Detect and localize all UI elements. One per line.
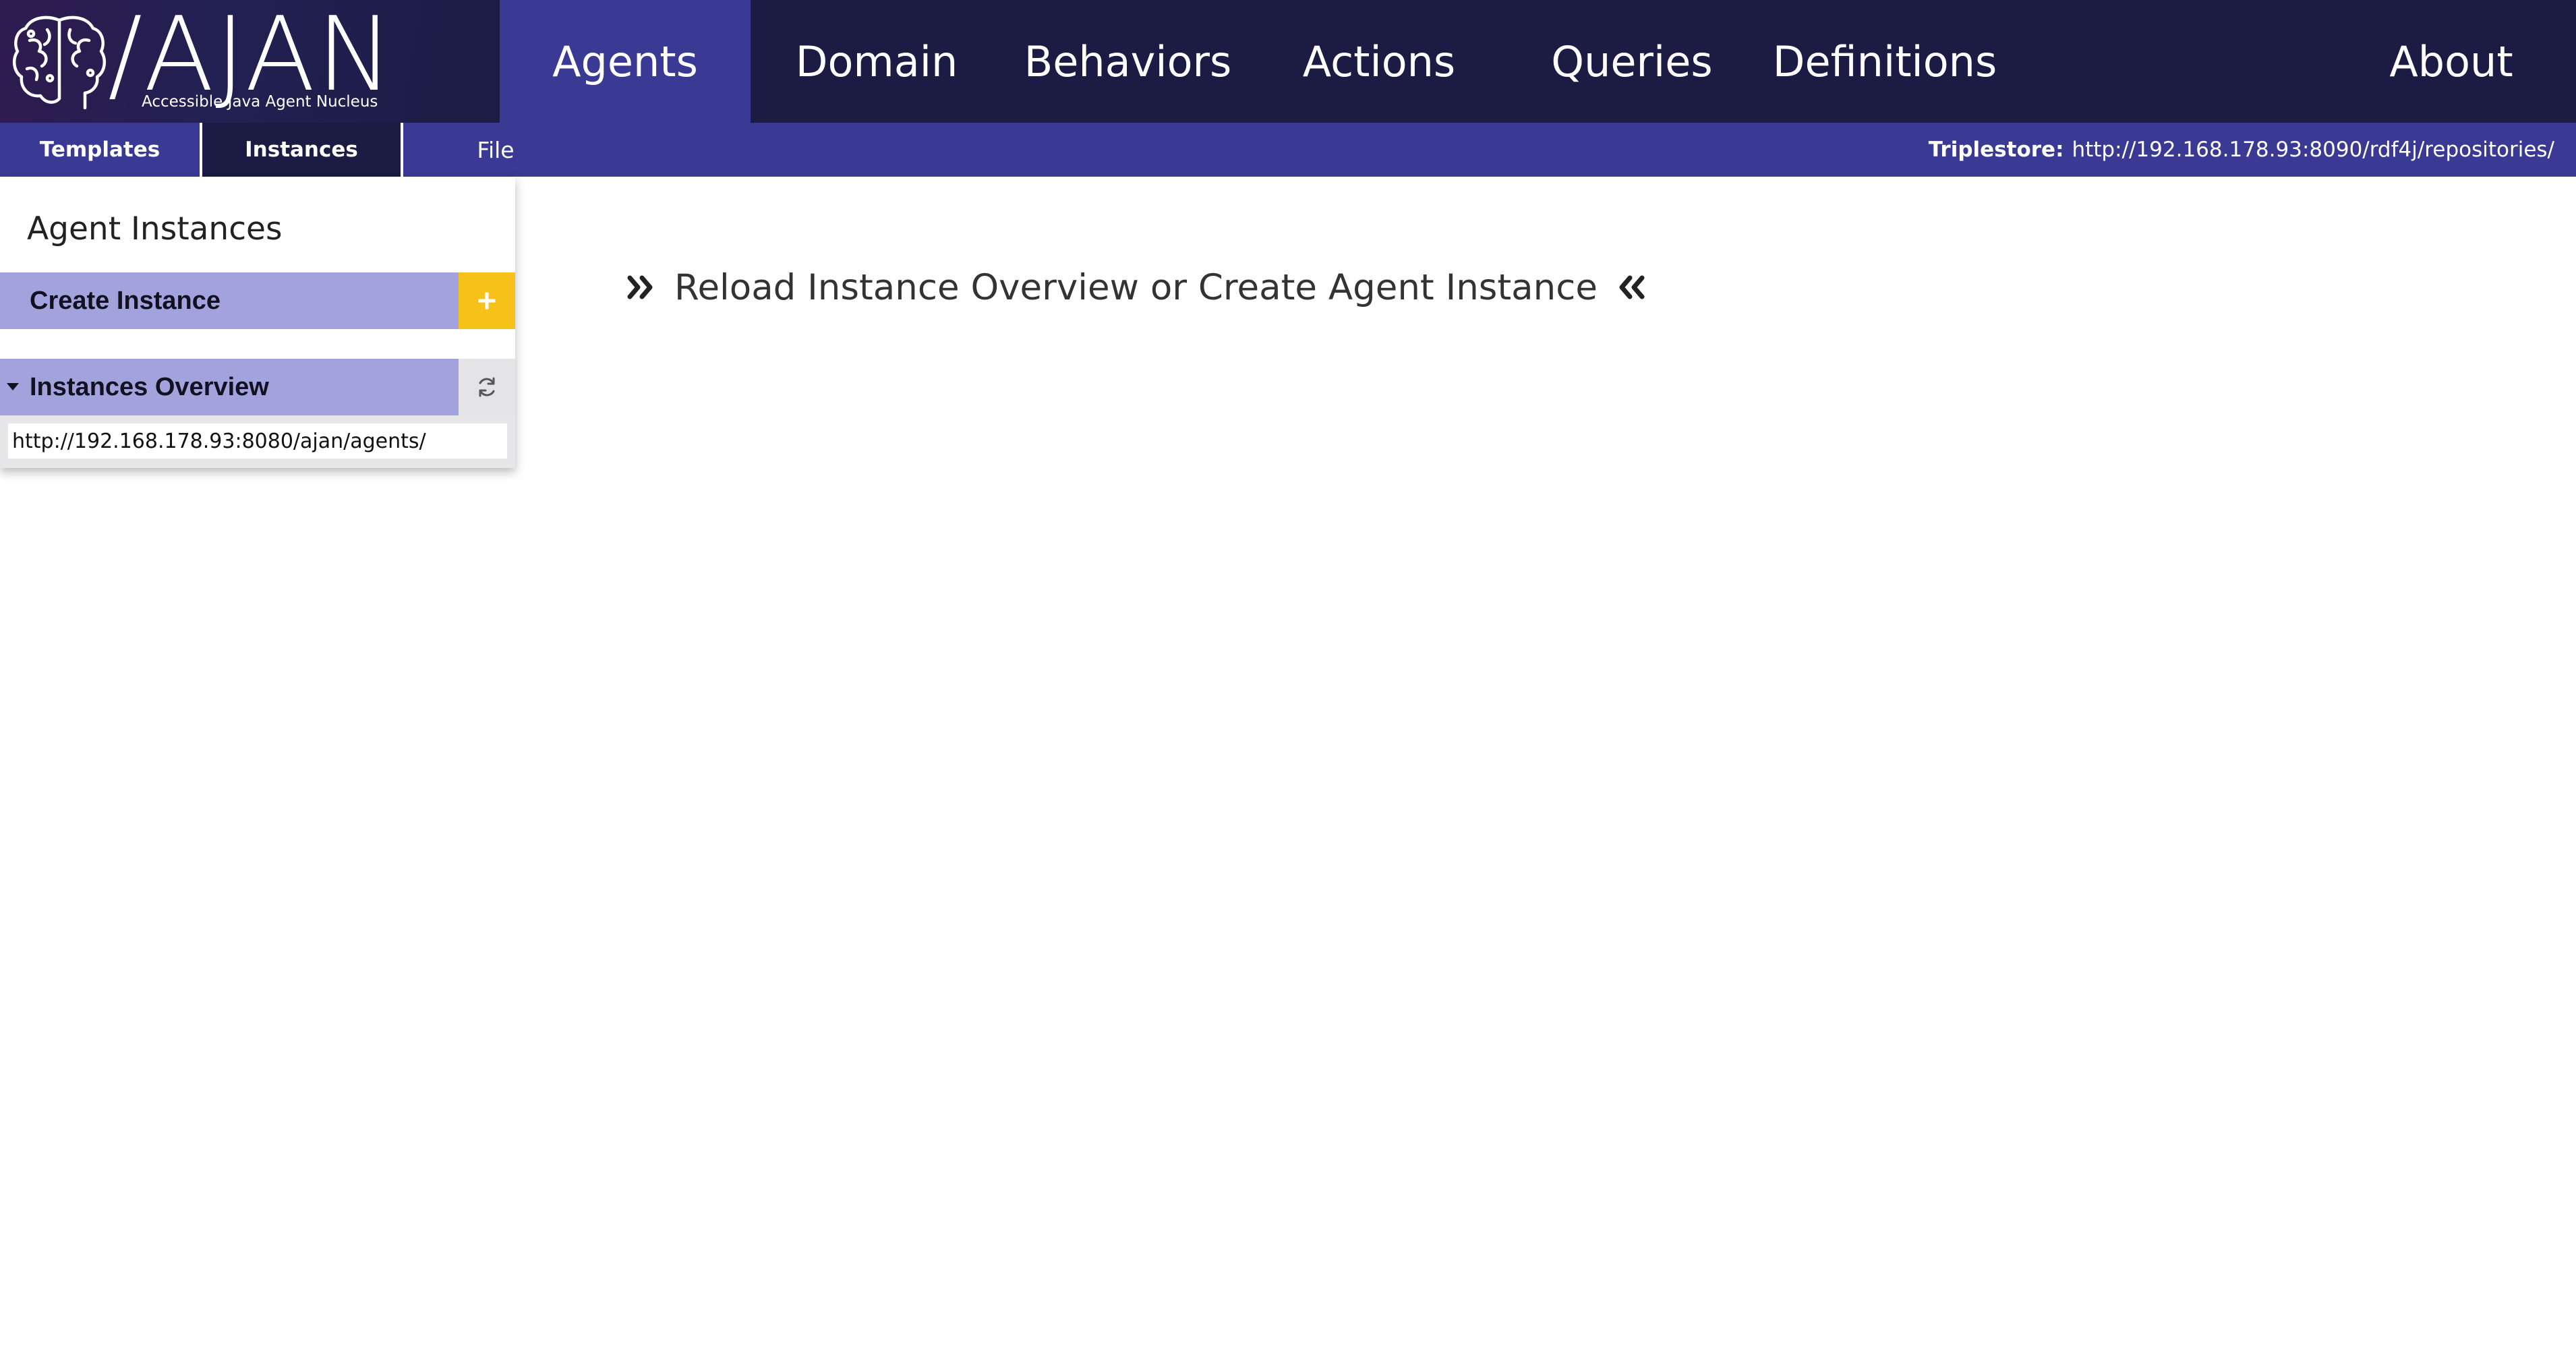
- instances-overview-row[interactable]: Instances Overview: [0, 359, 515, 415]
- nav-item-actions[interactable]: Actions: [1261, 0, 1497, 123]
- app-logo[interactable]: /AJAN Accessible Java Agent Nucleus: [0, 0, 500, 123]
- nav-item-about[interactable]: About: [2326, 0, 2576, 123]
- agents-url-input[interactable]: [8, 424, 507, 459]
- tab-templates[interactable]: Templates: [0, 123, 200, 177]
- create-instance-label: Create Instance: [30, 286, 221, 315]
- double-chevron-left-icon: [1619, 275, 1645, 299]
- caret-down-icon[interactable]: [7, 383, 19, 390]
- nav-item-agents[interactable]: Agents: [500, 0, 751, 123]
- panel-title: Agent Instances: [27, 210, 283, 247]
- main-message: Reload Instance Overview or Create Agent…: [626, 260, 1646, 314]
- tab-divider: [401, 123, 403, 177]
- add-instance-button[interactable]: [459, 272, 515, 329]
- reload-instances-button[interactable]: [459, 359, 515, 415]
- agents-url-container: [0, 415, 515, 468]
- refresh-icon: [479, 377, 495, 397]
- nav-item-domain[interactable]: Domain: [769, 0, 985, 123]
- plus-icon: [478, 292, 496, 310]
- triplestore-url[interactable]: http://192.168.178.93:8090/rdf4j/reposit…: [2072, 138, 2554, 162]
- agent-instances-panel: Agent Instances Create Instance Instance…: [0, 177, 515, 468]
- create-instance-row[interactable]: Create Instance: [0, 272, 515, 329]
- logo-subtitle: Accessible Java Agent Nucleus: [142, 93, 378, 111]
- message-text: Reload Instance Overview or Create Agent…: [674, 266, 1598, 308]
- nav-item-queries[interactable]: Queries: [1517, 0, 1747, 123]
- tab-file[interactable]: File: [432, 123, 560, 177]
- triplestore-info: Triplestore: http://192.168.178.93:8090/…: [1929, 123, 2554, 177]
- sub-navigation-bar: Templates Instances File Triplestore: ht…: [0, 123, 2576, 177]
- top-navigation-bar: /AJAN Accessible Java Agent Nucleus Agen…: [0, 0, 2576, 123]
- brain-icon: [12, 16, 107, 109]
- nav-item-behaviors[interactable]: Behaviors: [1001, 0, 1254, 123]
- logo-title: /AJAN: [108, 0, 395, 114]
- nav-item-definitions[interactable]: Definitions: [1753, 0, 2016, 123]
- tab-instances[interactable]: Instances: [202, 123, 401, 177]
- triplestore-label: Triplestore:: [1928, 138, 2064, 162]
- double-chevron-right-icon: [627, 275, 653, 299]
- instances-overview-label: Instances Overview: [30, 372, 269, 401]
